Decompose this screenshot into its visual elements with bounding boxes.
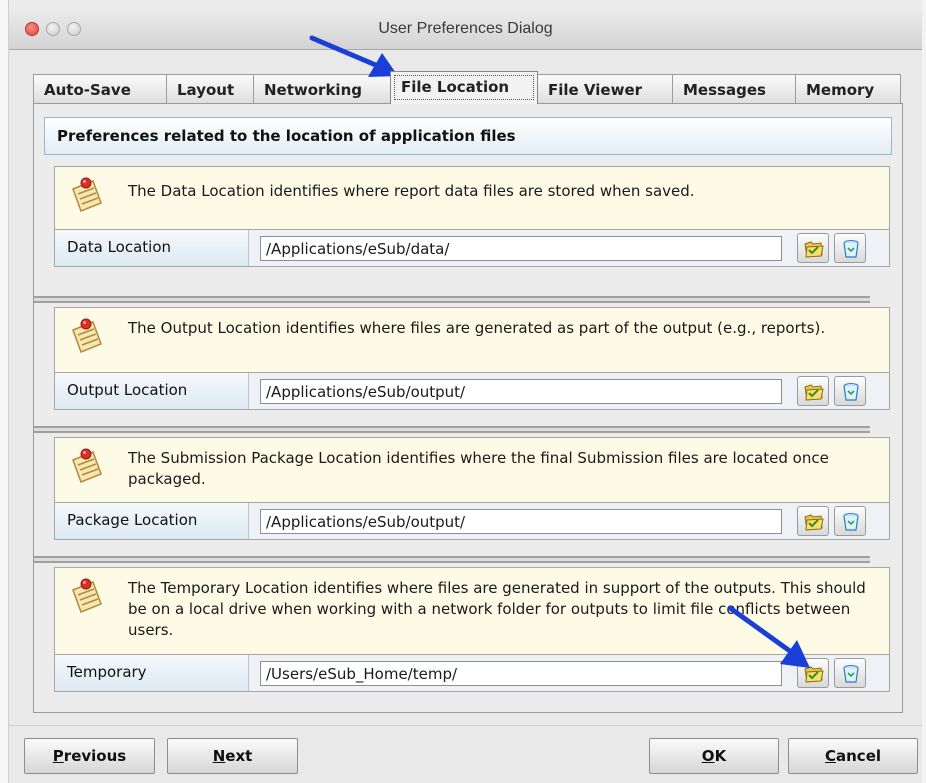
field-label: Package Location <box>55 503 249 539</box>
package-location-row: Package Location <box>54 503 890 540</box>
info-box: The Submission Package Location identifi… <box>54 437 890 503</box>
temporary-location-row: Temporary <box>54 655 890 692</box>
field-label: Data Location <box>55 230 249 266</box>
sticky-note-pin-icon <box>72 177 102 212</box>
preferences-window: User Preferences Dialog Auto-Save Layout… <box>9 10 922 783</box>
tab-file-location[interactable]: File Location <box>390 71 538 104</box>
clear-button[interactable] <box>834 376 866 406</box>
open-folder-icon <box>804 666 824 683</box>
ok-button[interactable]: OK <box>649 738 779 774</box>
temporary-location-section: The Temporary Location identifies where … <box>54 567 890 699</box>
tab-layout[interactable]: Layout <box>166 74 254 104</box>
next-button[interactable]: Next <box>167 738 298 774</box>
trash-can-icon <box>843 240 859 258</box>
info-box: The Temporary Location identifies where … <box>54 567 890 655</box>
open-folder-icon <box>804 384 824 401</box>
ok-label: K <box>714 747 727 765</box>
info-text: The Data Location identifies where repor… <box>128 182 695 200</box>
button-bar-divider <box>9 725 922 726</box>
trash-can-icon <box>843 383 859 401</box>
trash-can-icon <box>843 513 859 531</box>
cancel-label: ancel <box>836 747 882 765</box>
browse-button[interactable] <box>797 233 829 263</box>
sticky-note-pin-icon <box>72 318 102 353</box>
next-mnemonic: N <box>212 747 226 765</box>
tab-memory[interactable]: Memory <box>795 74 901 104</box>
output-location-section: The Output Location identifies where fil… <box>54 307 890 417</box>
previous-button[interactable]: Previous <box>24 738 155 774</box>
temporary-location-input[interactable] <box>260 661 782 686</box>
package-location-input[interactable] <box>260 509 782 534</box>
clear-button[interactable] <box>834 506 866 536</box>
section-separator <box>34 296 870 303</box>
open-folder-icon <box>804 514 824 531</box>
output-location-input[interactable] <box>260 379 782 404</box>
sticky-note-pin-icon <box>72 578 102 613</box>
desktop-edge-right <box>922 0 926 783</box>
output-location-row: Output Location <box>54 373 890 410</box>
previous-label: revious <box>63 747 127 765</box>
tab-messages[interactable]: Messages <box>672 74 796 104</box>
clear-button[interactable] <box>834 233 866 263</box>
info-text: The Temporary Location identifies where … <box>128 579 866 639</box>
window-title: User Preferences Dialog <box>378 20 553 37</box>
cancel-mnemonic: C <box>824 747 836 765</box>
previous-mnemonic: P <box>52 747 64 765</box>
info-text: The Submission Package Location identifi… <box>128 449 829 488</box>
field-label: Output Location <box>55 373 249 409</box>
desktop-edge <box>0 0 9 783</box>
browse-button[interactable] <box>797 376 829 406</box>
data-location-section: The Data Location identifies where repor… <box>54 166 890 274</box>
info-text: The Output Location identifies where fil… <box>128 319 826 337</box>
ok-mnemonic: O <box>701 747 715 765</box>
data-location-row: Data Location <box>54 230 890 267</box>
field-label: Temporary <box>55 655 249 691</box>
trash-can-icon <box>843 665 859 683</box>
title-bar[interactable]: User Preferences Dialog <box>9 10 922 50</box>
cancel-button[interactable]: Cancel <box>788 738 918 774</box>
info-box: The Output Location identifies where fil… <box>54 307 890 373</box>
info-box: The Data Location identifies where repor… <box>54 166 890 230</box>
section-separator <box>34 556 870 563</box>
package-location-section: The Submission Package Location identifi… <box>54 437 890 545</box>
panel-header: Preferences related to the location of a… <box>44 117 892 155</box>
tab-bar: Auto-Save Layout Networking File Locatio… <box>33 70 901 104</box>
clear-button[interactable] <box>834 658 866 688</box>
tab-networking[interactable]: Networking <box>253 74 391 104</box>
sticky-note-pin-icon <box>72 448 102 483</box>
browse-button[interactable] <box>797 506 829 536</box>
file-location-panel: Preferences related to the location of a… <box>33 103 903 713</box>
open-folder-icon <box>804 241 824 258</box>
section-separator <box>34 426 870 433</box>
next-label: ext <box>225 747 253 765</box>
data-location-input[interactable] <box>260 236 782 261</box>
tab-file-viewer[interactable]: File Viewer <box>537 74 673 104</box>
tab-auto-save[interactable]: Auto-Save <box>33 74 167 104</box>
browse-button[interactable] <box>797 658 829 688</box>
